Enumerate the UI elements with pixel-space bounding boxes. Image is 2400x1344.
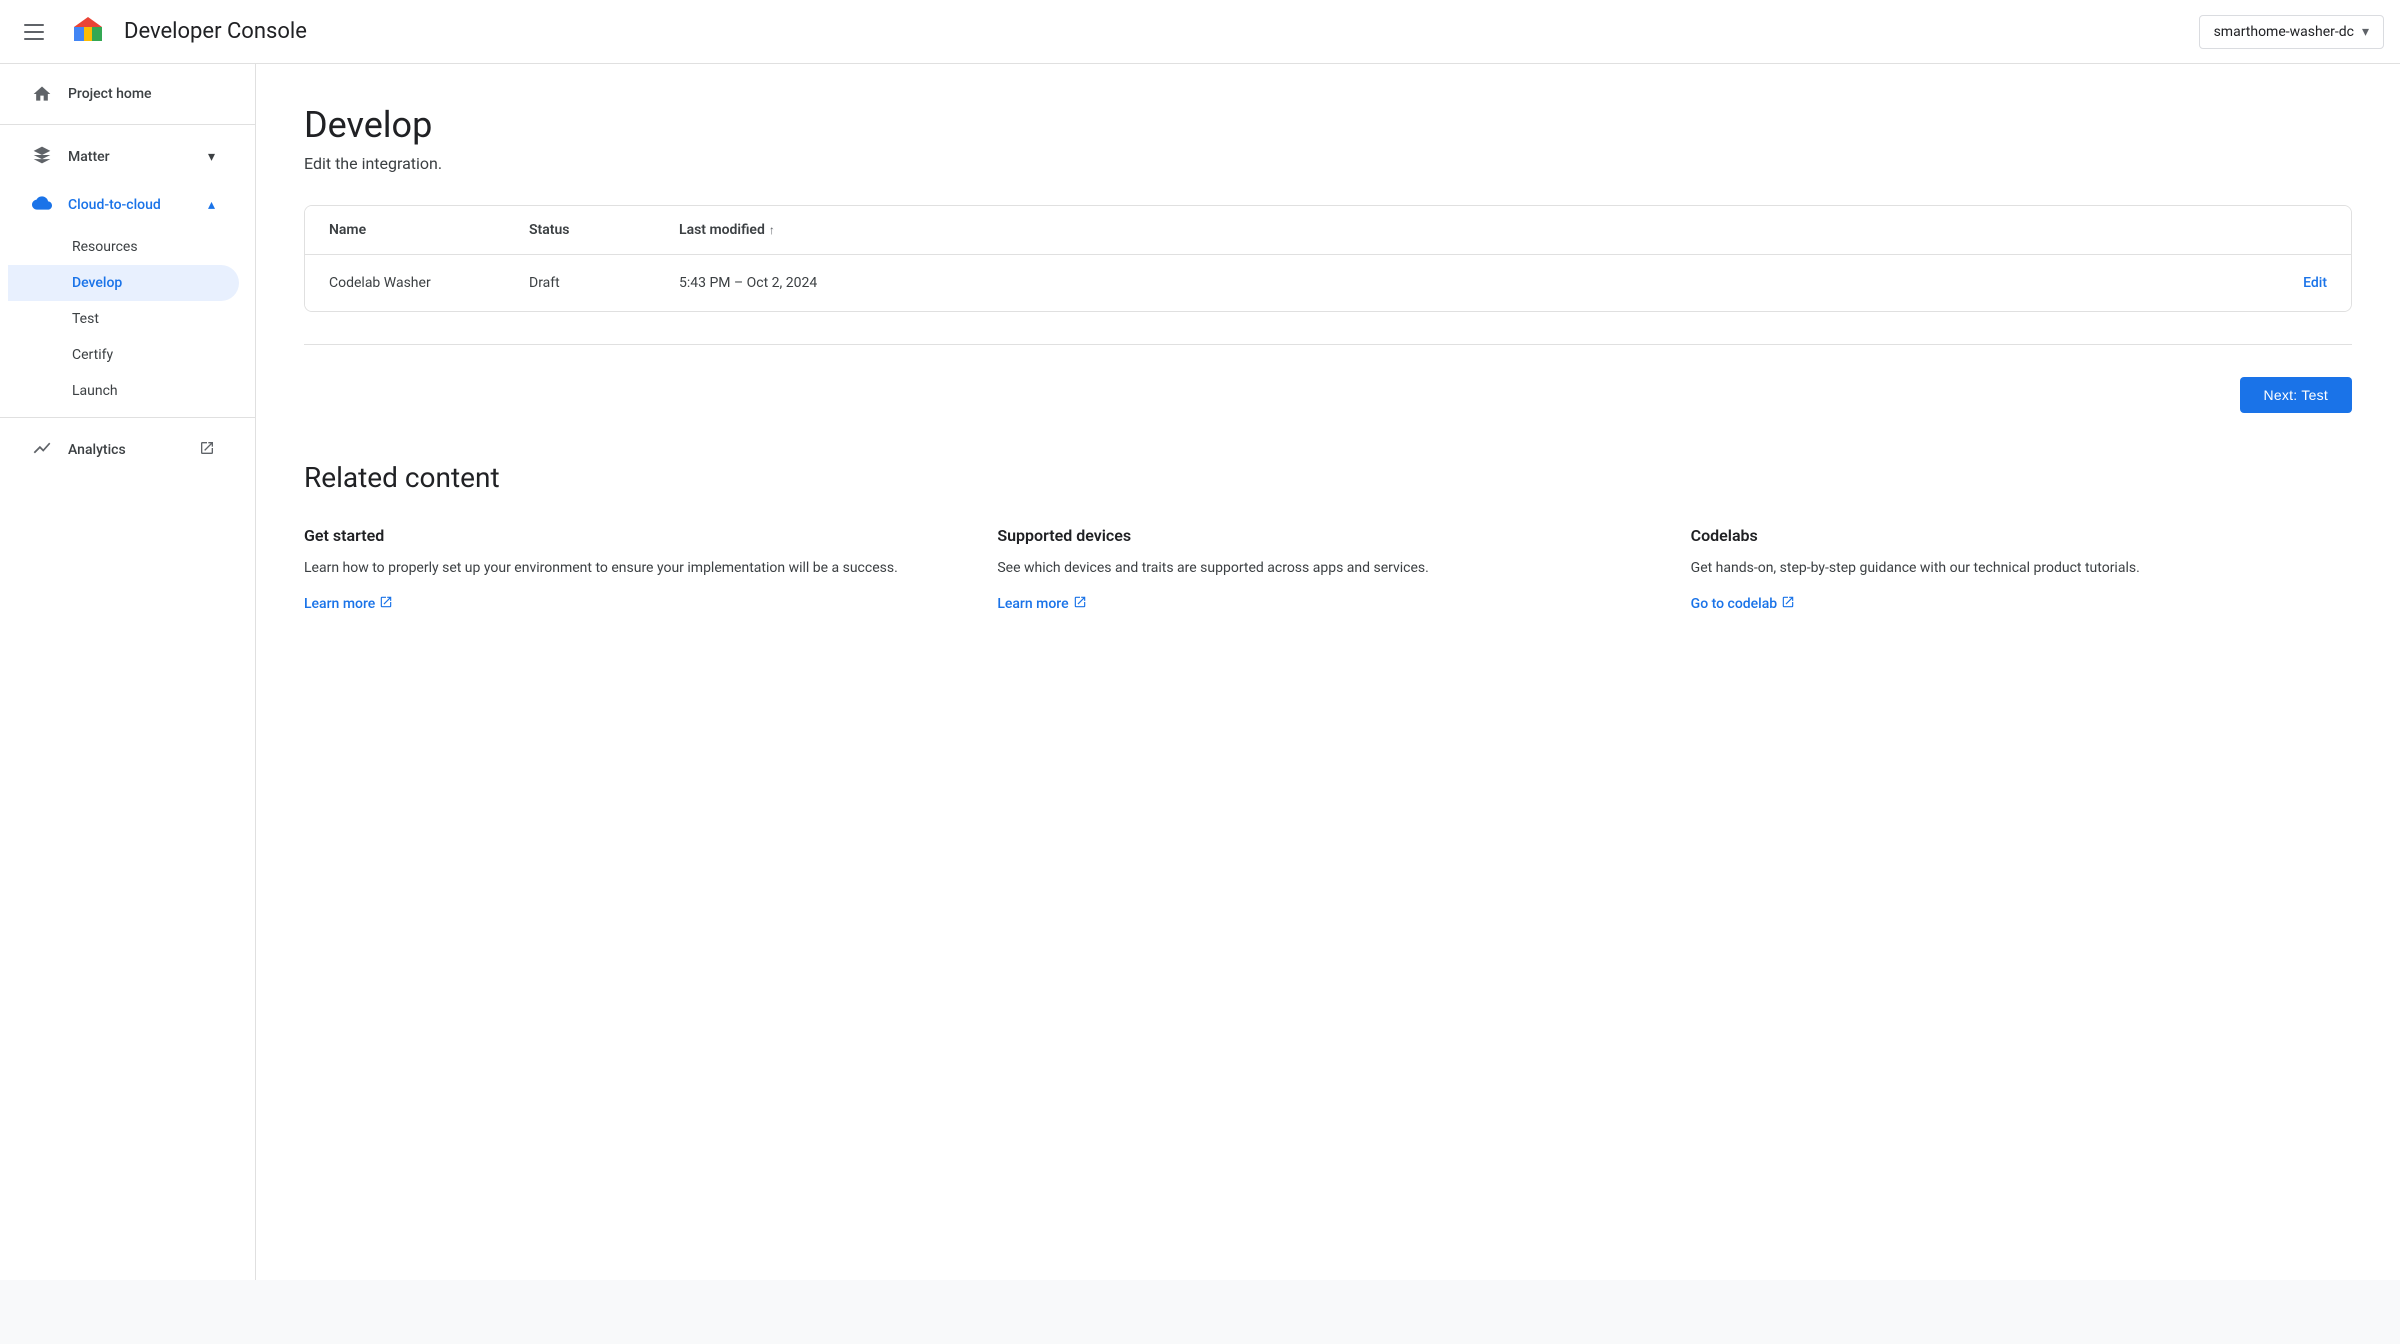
external-link-icon-3 bbox=[1781, 595, 1795, 613]
edit-link[interactable]: Edit bbox=[2303, 275, 2327, 291]
sidebar-item-cloud-to-cloud[interactable]: Cloud-to-cloud ▴ bbox=[8, 181, 239, 229]
related-card-get-started-desc: Learn how to properly set up your enviro… bbox=[304, 557, 965, 579]
header-left: Developer Console bbox=[16, 12, 307, 52]
chevron-up-cloud: ▴ bbox=[208, 197, 215, 213]
sidebar-child-resources-label: Resources bbox=[72, 239, 138, 255]
related-card-get-started-title: Get started bbox=[304, 526, 965, 545]
sort-arrow-icon: ↑ bbox=[769, 223, 775, 237]
related-content-title: Related content bbox=[304, 461, 2352, 494]
integration-table: Name Status Last modified ↑ Codelab Wash… bbox=[304, 205, 2352, 312]
project-selector-value: smarthome-washer-dc bbox=[2214, 24, 2354, 40]
table-col-status: Status bbox=[529, 222, 679, 238]
sidebar-parent-left-cloud: Cloud-to-cloud bbox=[32, 193, 161, 217]
table-cell-name: Codelab Washer bbox=[329, 275, 529, 291]
external-link-icon-2 bbox=[1073, 595, 1087, 613]
sidebar-item-cloud-label: Cloud-to-cloud bbox=[68, 197, 161, 213]
sidebar: Project home Matter ▾ bbox=[0, 64, 256, 1280]
table-cell-last-modified: 5:43 PM – Oct 2, 2024 bbox=[679, 275, 2303, 291]
page-subtitle: Edit the integration. bbox=[304, 154, 2352, 173]
google-home-logo bbox=[68, 12, 108, 52]
table-row: Codelab Washer Draft 5:43 PM – Oct 2, 20… bbox=[305, 255, 2351, 311]
menu-icon[interactable] bbox=[16, 16, 52, 48]
sidebar-item-project-home-label: Project home bbox=[68, 86, 152, 102]
sidebar-divider-1 bbox=[0, 124, 255, 125]
header-title: Developer Console bbox=[124, 19, 307, 44]
sidebar-child-certify-label: Certify bbox=[72, 347, 113, 363]
section-divider bbox=[304, 344, 2352, 345]
sidebar-child-test-label: Test bbox=[72, 311, 99, 327]
project-selector[interactable]: smarthome-washer-dc ▾ bbox=[2199, 15, 2384, 49]
sidebar-child-certify[interactable]: Certify bbox=[8, 337, 239, 373]
sidebar-analytics-left: Analytics bbox=[32, 438, 126, 462]
sidebar-item-matter-label: Matter bbox=[68, 149, 110, 165]
next-btn-container: Next: Test bbox=[304, 377, 2352, 413]
table-cell-status: Draft bbox=[529, 275, 679, 291]
sidebar-item-project-home[interactable]: Project home bbox=[8, 72, 239, 116]
header: Developer Console smarthome-washer-dc ▾ bbox=[0, 0, 2400, 64]
related-card-codelabs-desc: Get hands-on, step-by-step guidance with… bbox=[1691, 557, 2352, 579]
matter-icon bbox=[32, 145, 52, 169]
sidebar-item-analytics[interactable]: Analytics bbox=[8, 426, 239, 474]
sidebar-item-matter[interactable]: Matter ▾ bbox=[8, 133, 239, 181]
sidebar-divider-2 bbox=[0, 417, 255, 418]
learn-more-get-started[interactable]: Learn more bbox=[304, 595, 393, 613]
analytics-icon bbox=[32, 438, 52, 462]
chevron-down-icon: ▾ bbox=[2362, 24, 2369, 40]
learn-more-supported-devices[interactable]: Learn more bbox=[997, 595, 1086, 613]
sidebar-child-launch-label: Launch bbox=[72, 383, 118, 399]
related-card-supported-devices-desc: See which devices and traits are support… bbox=[997, 557, 1658, 579]
related-card-codelabs: Codelabs Get hands-on, step-by-step guid… bbox=[1691, 526, 2352, 613]
related-card-get-started: Get started Learn how to properly set up… bbox=[304, 526, 965, 613]
sidebar-child-resources[interactable]: Resources bbox=[8, 229, 239, 265]
sidebar-parent-left-matter: Matter bbox=[32, 145, 110, 169]
go-to-codelab-link[interactable]: Go to codelab bbox=[1691, 595, 1796, 613]
main-content: Develop Edit the integration. Name Statu… bbox=[256, 64, 2400, 1280]
table-cell-action: Edit bbox=[2303, 275, 2327, 291]
related-cards: Get started Learn how to properly set up… bbox=[304, 526, 2352, 613]
sidebar-item-analytics-label: Analytics bbox=[68, 442, 126, 458]
external-link-analytics-icon bbox=[199, 440, 215, 460]
next-test-button[interactable]: Next: Test bbox=[2240, 377, 2353, 413]
related-card-supported-devices-title: Supported devices bbox=[997, 526, 1658, 545]
cloud-icon bbox=[32, 193, 52, 217]
page-title: Develop bbox=[304, 104, 2352, 146]
home-icon bbox=[32, 84, 52, 104]
table-col-last-modified[interactable]: Last modified ↑ bbox=[679, 222, 2327, 238]
related-card-supported-devices: Supported devices See which devices and … bbox=[997, 526, 1658, 613]
related-card-codelabs-title: Codelabs bbox=[1691, 526, 2352, 545]
sidebar-child-test[interactable]: Test bbox=[8, 301, 239, 337]
table-col-name: Name bbox=[329, 222, 529, 238]
chevron-down-matter: ▾ bbox=[208, 149, 215, 165]
sidebar-child-develop-label: Develop bbox=[72, 275, 122, 291]
external-link-icon-1 bbox=[379, 595, 393, 613]
sidebar-child-launch[interactable]: Launch bbox=[8, 373, 239, 409]
table-header: Name Status Last modified ↑ bbox=[305, 206, 2351, 255]
sidebar-child-develop[interactable]: Develop bbox=[8, 265, 239, 301]
